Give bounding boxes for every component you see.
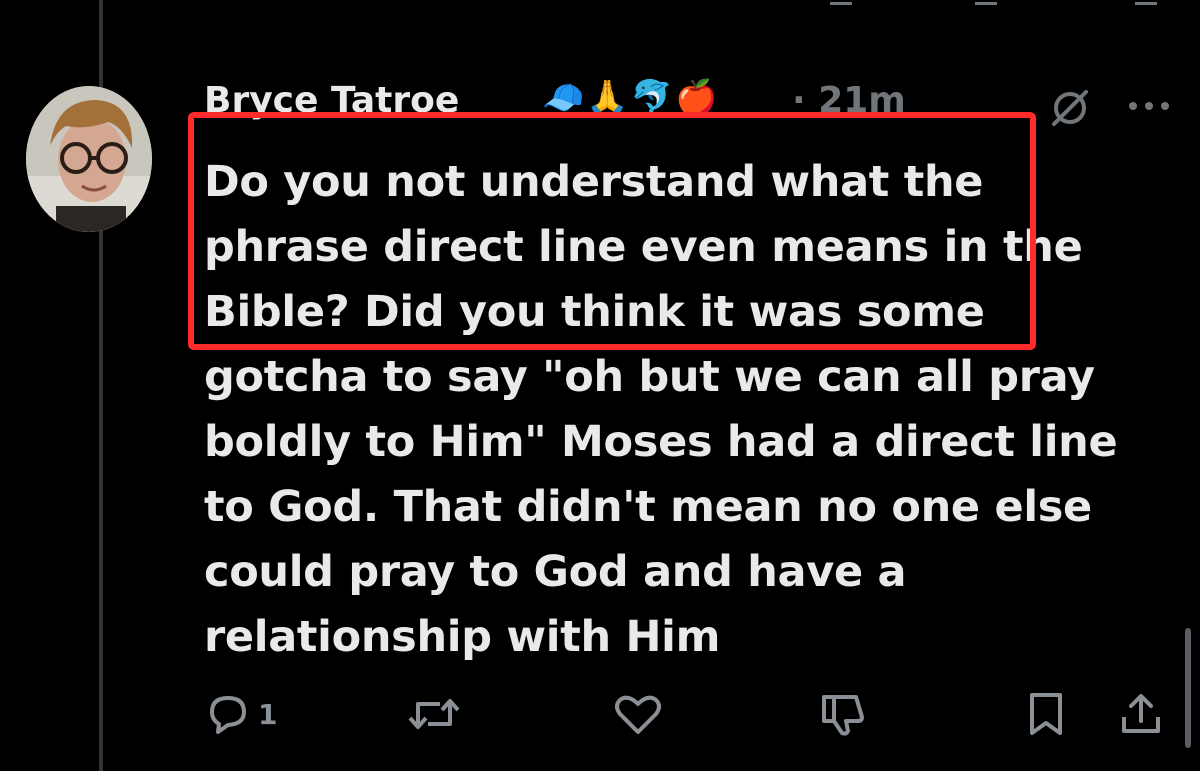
reply-count: 1 xyxy=(258,697,278,731)
like-button[interactable] xyxy=(612,690,664,738)
share-icon xyxy=(1122,694,1160,733)
share-button[interactable] xyxy=(1118,690,1164,738)
retweet-icon xyxy=(408,699,460,729)
like-icon xyxy=(615,695,661,734)
share-icon[interactable] xyxy=(1135,0,1157,5)
bookmark-button[interactable] xyxy=(1024,690,1068,738)
analytics-icon[interactable] xyxy=(830,0,852,5)
avatar-photo xyxy=(26,86,152,232)
retweet-button[interactable] xyxy=(406,690,462,738)
bookmark-icon xyxy=(1030,693,1062,735)
bookmark-icon[interactable] xyxy=(975,0,997,5)
reply-button[interactable]: 1 xyxy=(204,690,277,738)
tweet-text-line: relationship with Him xyxy=(204,612,721,662)
highlight-box xyxy=(188,112,1036,350)
grok-icon[interactable] xyxy=(1048,86,1092,130)
avatar[interactable] xyxy=(26,86,152,232)
reply-icon xyxy=(210,696,246,734)
tweet-text-line: could pray to God and have a xyxy=(204,547,907,597)
tweet-text-line: to God. That didn't mean no one else xyxy=(204,482,1092,532)
tweet-text-line: boldly to Him" Moses had a direct line xyxy=(204,417,1118,467)
dislike-icon xyxy=(822,695,864,736)
scrollbar[interactable] xyxy=(1185,628,1191,748)
tweet-text-line: gotcha to say "oh but we can all pray xyxy=(204,352,1095,402)
dislike-button[interactable] xyxy=(818,690,870,738)
more-options-icon[interactable] xyxy=(1124,94,1174,118)
previous-tweet-actions xyxy=(0,0,1200,8)
